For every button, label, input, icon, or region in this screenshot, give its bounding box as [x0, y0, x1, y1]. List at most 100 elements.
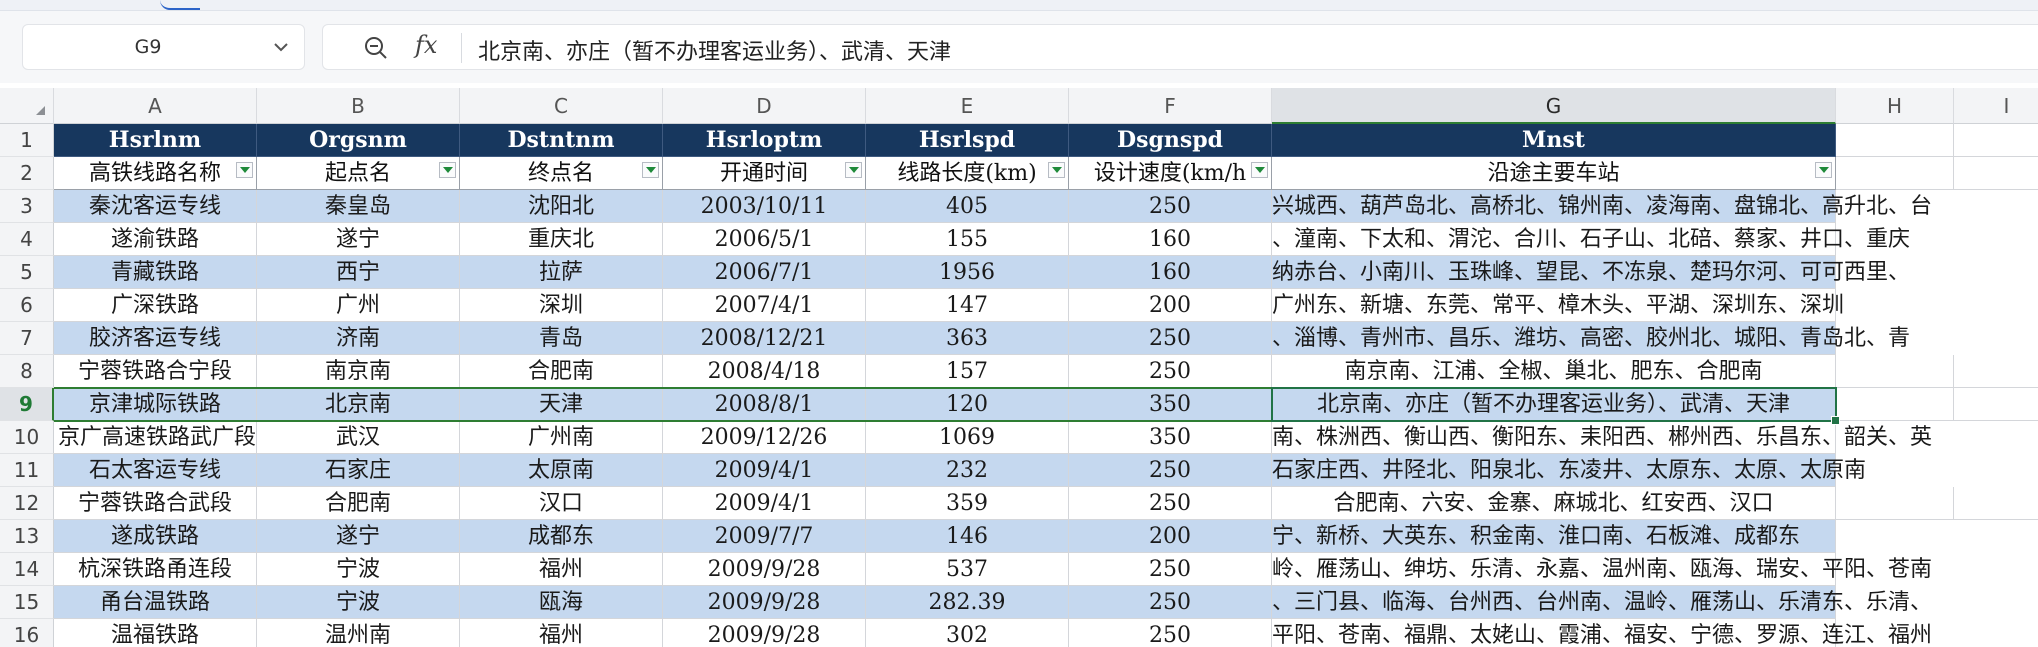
row-header-5[interactable]: 5 — [0, 256, 54, 289]
cell-stations[interactable]: 北京南、亦庄（暂不办理客运业务）、武清、天津 — [1272, 388, 1836, 421]
cell-start[interactable]: 遂宁 — [257, 520, 460, 553]
row-header-1[interactable]: 1 — [0, 124, 54, 157]
column-header-h[interactable]: H — [1836, 88, 1954, 124]
cell-speed[interactable]: 250 — [1069, 553, 1272, 586]
fx-icon[interactable]: fx — [415, 31, 437, 59]
cell-open[interactable]: 2009/4/1 — [663, 454, 866, 487]
cell-length[interactable]: 363 — [866, 322, 1069, 355]
cell-line[interactable]: 广深铁路 — [54, 289, 257, 322]
cell-line[interactable]: 京津城际铁路 — [54, 388, 257, 421]
cell-speed[interactable]: 250 — [1069, 487, 1272, 520]
field-name-g[interactable]: 沿途主要车站 — [1272, 157, 1836, 190]
cell-start[interactable]: 温州南 — [257, 619, 460, 647]
cell-speed[interactable]: 160 — [1069, 256, 1272, 289]
cell-stations[interactable]: 、淄博、青州市、昌乐、潍坊、高密、胶州北、城阳、青岛北、青 — [1272, 322, 1910, 355]
cell-speed[interactable]: 350 — [1069, 388, 1272, 421]
cell-length[interactable]: 147 — [866, 289, 1069, 322]
cell-stations[interactable]: 南京南、江浦、全椒、巢北、肥东、合肥南 — [1272, 355, 1836, 388]
row-header-11[interactable]: 11 — [0, 454, 54, 487]
cell-open[interactable]: 2009/9/28 — [663, 586, 866, 619]
filter-dropdown-icon[interactable] — [845, 162, 862, 178]
cell-stations[interactable]: 纳赤台、小南川、玉珠峰、望昆、不冻泉、楚玛尔河、可可西里、 — [1272, 256, 1910, 289]
name-box[interactable]: G9 — [22, 24, 305, 70]
column-header-a[interactable]: A — [54, 88, 257, 124]
field-code-g[interactable]: Mnst — [1272, 124, 1836, 157]
cell-speed[interactable]: 200 — [1069, 289, 1272, 322]
cell-length[interactable]: 405 — [866, 190, 1069, 223]
cell-start[interactable]: 遂宁 — [257, 223, 460, 256]
field-code-f[interactable]: Dsgnspd — [1069, 124, 1272, 157]
cell-end[interactable]: 太原南 — [460, 454, 663, 487]
column-header-i[interactable]: I — [1954, 88, 2038, 124]
cell-end[interactable]: 汉口 — [460, 487, 663, 520]
cell-line[interactable]: 甬台温铁路 — [54, 586, 257, 619]
field-name-a[interactable]: 高铁线路名称 — [54, 157, 257, 190]
filter-dropdown-icon[interactable] — [236, 162, 253, 178]
cell-open[interactable]: 2009/4/1 — [663, 487, 866, 520]
cell-stations[interactable]: 平阳、苍南、福鼎、太姥山、霞浦、福安、宁德、罗源、连江、福州 — [1272, 619, 1932, 647]
cell-length[interactable]: 537 — [866, 553, 1069, 586]
cell-length[interactable]: 1069 — [866, 421, 1069, 454]
row-header-9[interactable]: 9 — [0, 388, 54, 421]
cell-stations[interactable]: 宁、新桥、大英东、积金南、淮口南、石板滩、成都东 — [1272, 520, 1836, 553]
cell-start[interactable]: 武汉 — [257, 421, 460, 454]
cell-i2[interactable] — [1954, 157, 2038, 190]
filter-dropdown-icon[interactable] — [1251, 162, 1268, 178]
field-name-c[interactable]: 终点名 — [460, 157, 663, 190]
cell-stations[interactable]: 合肥南、六安、金寨、麻城北、红安西、汉口 — [1272, 487, 1836, 520]
cell-open[interactable]: 2008/12/21 — [663, 322, 866, 355]
cell-end[interactable]: 深圳 — [460, 289, 663, 322]
cell-length[interactable]: 1956 — [866, 256, 1069, 289]
cell-length[interactable]: 157 — [866, 355, 1069, 388]
cell-start[interactable]: 广州 — [257, 289, 460, 322]
cell-end[interactable]: 青岛 — [460, 322, 663, 355]
column-header-b[interactable]: B — [257, 88, 460, 124]
field-name-f[interactable]: 设计速度(km/h — [1069, 157, 1272, 190]
cell-end[interactable]: 瓯海 — [460, 586, 663, 619]
cell-open[interactable]: 2009/7/7 — [663, 520, 866, 553]
cell-speed[interactable]: 250 — [1069, 586, 1272, 619]
row-header-10[interactable]: 10 — [0, 421, 54, 454]
select-all-corner[interactable] — [0, 88, 54, 124]
cell-speed[interactable]: 250 — [1069, 322, 1272, 355]
row-header-8[interactable]: 8 — [0, 355, 54, 388]
filter-dropdown-icon[interactable] — [439, 162, 456, 178]
cell-open[interactable]: 2008/4/18 — [663, 355, 866, 388]
cell-start[interactable]: 北京南 — [257, 388, 460, 421]
field-code-e[interactable]: Hsrlspd — [866, 124, 1069, 157]
field-code-a[interactable]: Hsrlnm — [54, 124, 257, 157]
cell-length[interactable]: 146 — [866, 520, 1069, 553]
cell-open[interactable]: 2003/10/11 — [663, 190, 866, 223]
row-header-4[interactable]: 4 — [0, 223, 54, 256]
cell-start[interactable]: 宁波 — [257, 553, 460, 586]
row-header-2[interactable]: 2 — [0, 157, 54, 190]
cell-line[interactable]: 胶济客运专线 — [54, 322, 257, 355]
column-header-g[interactable]: G — [1272, 88, 1836, 124]
cell-end[interactable]: 天津 — [460, 388, 663, 421]
cell-line[interactable]: 宁蓉铁路合宁段 — [54, 355, 257, 388]
cell-i1[interactable] — [1954, 124, 2038, 157]
cell-length[interactable]: 232 — [866, 454, 1069, 487]
row-header-13[interactable]: 13 — [0, 520, 54, 553]
cell-start[interactable]: 南京南 — [257, 355, 460, 388]
formula-bar[interactable]: fx 北京南、亦庄（暂不办理客运业务）、武清、天津 — [322, 24, 2038, 70]
cell-stations[interactable]: 岭、雁荡山、绅坊、乐清、永嘉、温州南、瓯海、瑞安、平阳、苍南 — [1272, 553, 1932, 586]
cell-start[interactable]: 宁波 — [257, 586, 460, 619]
cell-line[interactable]: 青藏铁路 — [54, 256, 257, 289]
cell-open[interactable]: 2009/9/28 — [663, 553, 866, 586]
cell-open[interactable]: 2009/9/28 — [663, 619, 866, 647]
cell-stations[interactable]: 南、株洲西、衡山西、衡阳东、耒阳西、郴州西、乐昌东、韶关、英 — [1272, 421, 1932, 454]
cell-length[interactable]: 155 — [866, 223, 1069, 256]
cell-speed[interactable]: 250 — [1069, 355, 1272, 388]
cell-h8[interactable] — [1836, 355, 1954, 388]
cell-start[interactable]: 秦皇岛 — [257, 190, 460, 223]
row-header-15[interactable]: 15 — [0, 586, 54, 619]
cell-speed[interactable]: 250 — [1069, 619, 1272, 647]
column-header-f[interactable]: F — [1069, 88, 1272, 124]
cell-end[interactable]: 成都东 — [460, 520, 663, 553]
cell-h12[interactable] — [1836, 487, 1954, 520]
cell-i12[interactable] — [1954, 487, 2038, 520]
row-header-16[interactable]: 16 — [0, 619, 54, 647]
cell-h2[interactable] — [1836, 157, 1954, 190]
cell-i8[interactable] — [1954, 355, 2038, 388]
